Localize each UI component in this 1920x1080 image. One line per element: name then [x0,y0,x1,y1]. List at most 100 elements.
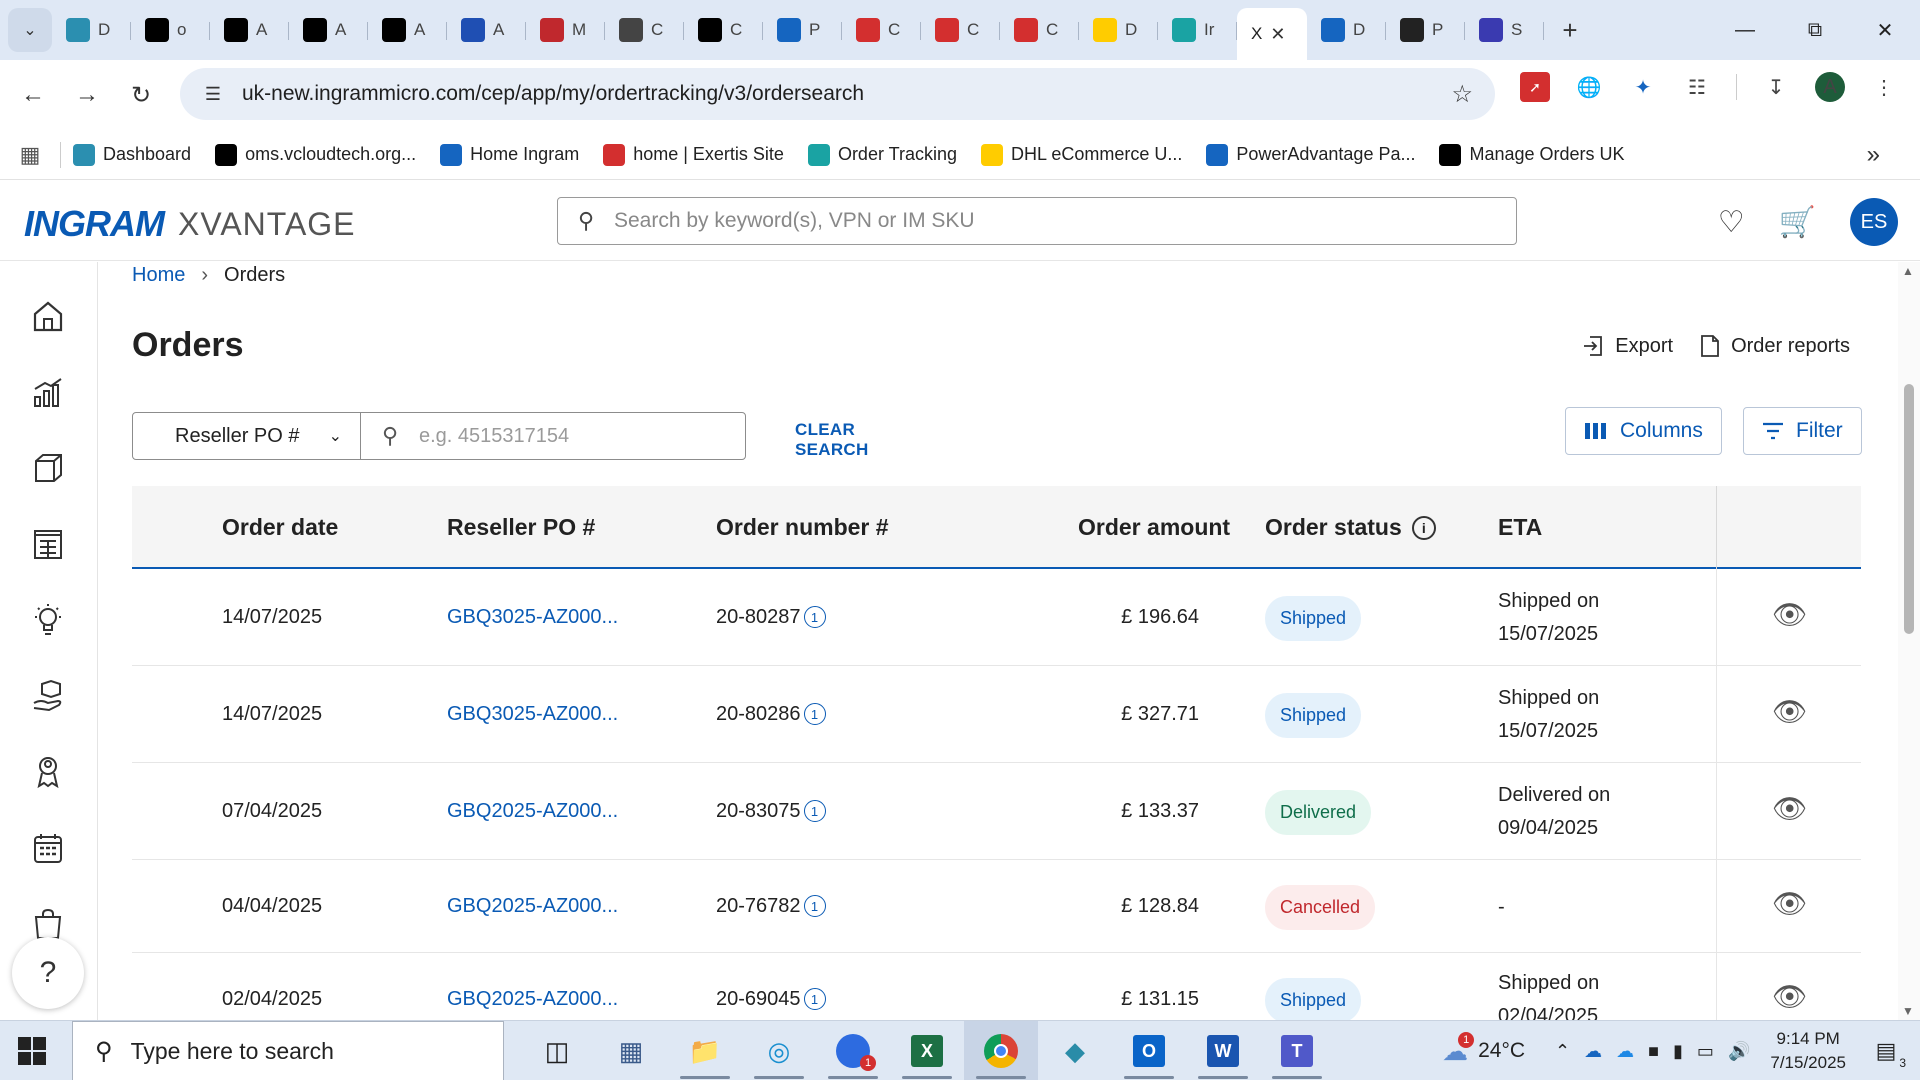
tab-search-button[interactable]: ⌄ [8,8,52,52]
outlook-icon[interactable]: O [1112,1021,1186,1080]
reseller-po-link[interactable]: GBQ2025-AZ000... [447,988,618,1011]
security-icon[interactable]: ■ [1648,1041,1659,1062]
reload-button[interactable]: ↻ [114,70,168,120]
puzzle-alt-extension-icon[interactable]: ✦ [1628,72,1658,102]
browser-tab[interactable]: A [289,8,368,52]
task-view-icon[interactable]: ◫ [520,1021,594,1080]
order-reports-button[interactable]: Order reports [1699,334,1850,358]
table-row[interactable]: 14/07/2025 GBQ3025-AZ000... 20-80287 1 £ 196… [132,569,1861,666]
bookmark-item[interactable]: Manage Orders UK [1439,143,1625,166]
bookmark-item[interactable]: Dashboard [73,143,191,166]
table-row[interactable]: 14/07/2025 GBQ3025-AZ000... 20-80286 1 £ 327… [132,666,1861,763]
po-search-input[interactable] [419,424,745,448]
diamond-app-icon[interactable]: ◆ [1038,1021,1112,1080]
eye-view-icon[interactable]: 👁 [1772,695,1808,728]
order-info-icon[interactable]: 1 [803,800,826,823]
profile-avatar[interactable]: A [1815,72,1845,102]
table-row[interactable]: 04/04/2025 GBQ2025-AZ000... 20-76782 1 £ 128… [132,860,1861,953]
close-window-icon[interactable]: ✕ [1850,0,1920,60]
browser-tab[interactable]: Ir [1158,8,1237,52]
warehouse-icon[interactable] [28,524,68,564]
browser-tab[interactable]: A [210,8,289,52]
back-button[interactable]: ← [6,70,60,120]
calendar-icon[interactable] [28,828,68,868]
browser-tab[interactable]: M [526,8,605,52]
home-nav-icon[interactable] [28,296,68,336]
notification-center-icon[interactable]: ▤ 3 [1866,1038,1906,1070]
order-info-icon[interactable]: 1 [803,988,826,1011]
header-order-date[interactable]: Order date [222,514,338,541]
browser-tab[interactable]: D [52,8,131,52]
globe-extension-icon[interactable]: 🌐 [1574,72,1604,102]
battery-icon[interactable]: ▮ [1673,1041,1683,1062]
bookmark-item[interactable]: home | Exertis Site [603,143,784,166]
bookmark-item[interactable]: Home Ingram [440,143,579,166]
url-text[interactable]: uk-new.ingrammicro.com/cep/app/my/ordert… [242,82,864,106]
reseller-po-link[interactable]: GBQ2025-AZ000... [447,895,618,918]
edge-browser-icon[interactable]: ◎ [742,1021,816,1080]
reseller-po-link[interactable]: GBQ3025-AZ000... [447,606,618,629]
ingram-xvantage-logo[interactable]: INGRAM XVANTAGE [24,203,356,245]
forward-button[interactable]: → [60,70,114,120]
browser-tab[interactable]: C [921,8,1000,52]
export-button[interactable]: Export [1581,334,1673,358]
scroll-down-icon[interactable]: ▼ [1902,1004,1914,1018]
global-search[interactable]: ⚲ [557,197,1517,245]
bookmark-item[interactable]: PowerAdvantage Pa... [1206,143,1415,166]
header-eta[interactable]: ETA [1498,514,1542,541]
kebab-menu-icon[interactable]: ⋮ [1869,72,1899,102]
table-row[interactable]: 07/04/2025 GBQ2025-AZ000... 20-83075 1 £ 133… [132,763,1861,860]
browser-tab[interactable]: C [842,8,921,52]
browser-tab[interactable]: D [1307,8,1386,52]
scroll-thumb[interactable] [1904,384,1914,634]
browser-tab[interactable]: o [131,8,210,52]
eye-view-icon[interactable]: 👁 [1772,980,1808,1013]
help-button[interactable]: ? [12,937,84,1009]
bookmark-star-icon[interactable]: ☆ [1451,80,1473,109]
browser-tab[interactable]: A [368,8,447,52]
browser-tab[interactable]: P [1386,8,1465,52]
taskbar-search[interactable]: ⚲ Type here to search [72,1021,504,1080]
order-info-icon[interactable]: 1 [803,703,826,726]
chrome-icon[interactable] [964,1021,1038,1080]
cart-icon[interactable]: 🛒 [1779,205,1816,240]
reseller-po-link[interactable]: GBQ2025-AZ000... [447,800,618,823]
order-info-icon[interactable]: 1 [803,895,826,918]
clock[interactable]: 9:14 PM 7/15/2025 [1770,1027,1846,1075]
hand-box-icon[interactable] [28,676,68,716]
scroll-up-icon[interactable]: ▲ [1902,264,1914,278]
products-box-icon[interactable] [28,448,68,488]
eye-view-icon[interactable]: 👁 [1772,887,1808,920]
browser-tab[interactable]: D [1079,8,1158,52]
po-search-box[interactable]: ⚲ [360,412,746,460]
search-field-select[interactable]: Reseller PO # ⌄ [132,412,361,460]
header-order-number[interactable]: Order number # [716,514,889,541]
browser-tab[interactable]: C [684,8,763,52]
excel-icon[interactable]: X [890,1021,964,1080]
minimize-icon[interactable]: — [1710,0,1780,60]
bookmark-item[interactable]: Order Tracking [807,143,957,166]
order-info-icon[interactable]: 1 [803,606,826,629]
calculator-icon[interactable]: ▦ [594,1021,668,1080]
weather-widget[interactable]: ☁ 1 24°C [1442,1031,1525,1067]
bookmarks-overflow-icon[interactable]: » [1867,141,1880,169]
restore-icon[interactable]: ⧉ [1780,0,1850,60]
heart-icon[interactable]: ♡ [1718,205,1745,240]
apps-grid-icon[interactable]: ▦ [0,142,60,168]
browser-tab[interactable]: S [1465,8,1544,52]
eye-view-icon[interactable]: 👁 [1772,598,1808,631]
header-order-amount[interactable]: Order amount [1078,514,1230,541]
header-reseller-po[interactable]: Reseller PO # [447,514,595,541]
browser-tab[interactable]: C [1000,8,1079,52]
bookmark-item[interactable]: DHL eCommerce U... [980,143,1182,166]
pdf-extension-icon[interactable]: ➚ [1520,72,1550,102]
onedrive-personal-icon[interactable]: ☁ [1616,1041,1634,1062]
site-info-icon[interactable]: ☰ [190,84,236,105]
filter-button[interactable]: Filter [1743,407,1862,455]
analytics-nav-icon[interactable] [28,372,68,412]
columns-button[interactable]: Columns [1565,407,1722,455]
browser-tab[interactable]: A [447,8,526,52]
header-order-status[interactable]: Order status i [1265,514,1436,541]
user-avatar[interactable]: ES [1850,198,1898,246]
new-tab-button[interactable]: + [1550,10,1590,50]
